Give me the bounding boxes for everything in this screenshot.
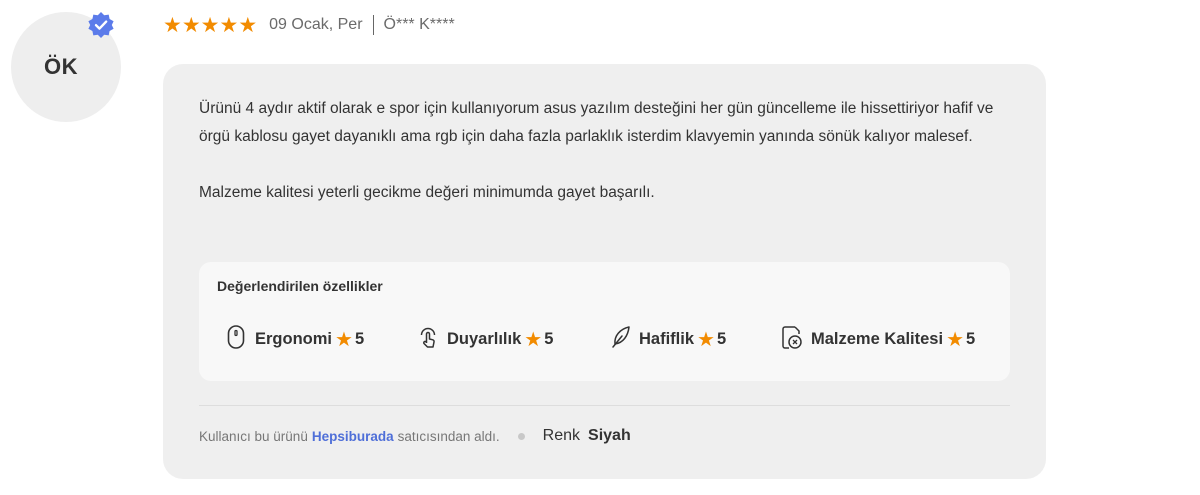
rated-features-list: Ergonomi ★ 5 Duyarlılık ★ 5 Hafiflik ★ 5 [225,324,1000,355]
feature-label: Duyarlılık [447,330,522,348]
feature-score: 5 [966,330,976,348]
review-text: Ürünü 4 aydır aktif olarak e spor için k… [199,100,994,201]
feature-score: 5 [354,330,365,348]
feature-label: Malzeme Kalitesi [811,330,944,348]
review-meta: ★ ★ ★ ★ ★ 09 Ocak, Per Ö*** K**** [163,13,455,37]
meta-separator [372,15,374,35]
touch-icon [417,324,447,355]
footer-divider [199,405,1010,406]
feature-label: Ergonomi [255,330,332,348]
star-icon: ★ [238,13,258,37]
feature-ergonomi: Ergonomi ★ 5 [225,324,417,355]
rated-features-panel: Değerlendirilen özellikler Ergonomi ★ 5 … [199,262,1010,381]
material-quality-icon [781,324,811,355]
feather-icon [609,324,639,355]
review-date: 09 Ocak, Per [269,16,363,33]
feature-malzeme-kalitesi: Malzeme Kalitesi ★ 5 [781,324,975,355]
feature-label: Hafiflik [639,330,695,348]
mouse-icon [225,324,255,355]
avatar-initials: ÖK [44,54,78,79]
feature-score: 5 [716,330,727,348]
feature-duyarlilik: Duyarlılık ★ 5 [417,324,609,355]
review-card: Ürünü 4 aydır aktif olarak e spor için k… [163,64,1046,479]
star-icon: ★ [200,13,220,37]
feature-hafiflik: Hafiflik ★ 5 [609,324,781,355]
attribute-label: Renk [542,427,581,444]
feature-star-icon: ★ [946,329,964,351]
feature-star-icon: ★ [524,329,543,351]
seller-prefix: Kullanıcı bu ürünü [199,428,308,444]
star-icon: ★ [181,13,201,37]
feature-star-icon: ★ [697,329,715,351]
rated-features-title: Değerlendirilen özellikler [217,278,383,294]
star-icon: ★ [219,13,239,37]
review-footer: Kullanıcı bu ürünü Hepsiburada satıcısın… [199,424,631,448]
seller-suffix: satıcısından aldı. [397,428,500,444]
reviewer-name: Ö*** K**** [383,16,455,33]
feature-score: 5 [544,330,554,348]
footer-dot-separator [517,432,525,440]
star-icon: ★ [163,13,182,37]
rating-stars: ★ ★ ★ ★ ★ [163,15,257,36]
feature-star-icon: ★ [335,329,353,351]
attribute-value: Siyah [588,427,631,444]
seller-link[interactable]: Hepsiburada [312,429,394,444]
verified-badge-icon [86,10,116,40]
